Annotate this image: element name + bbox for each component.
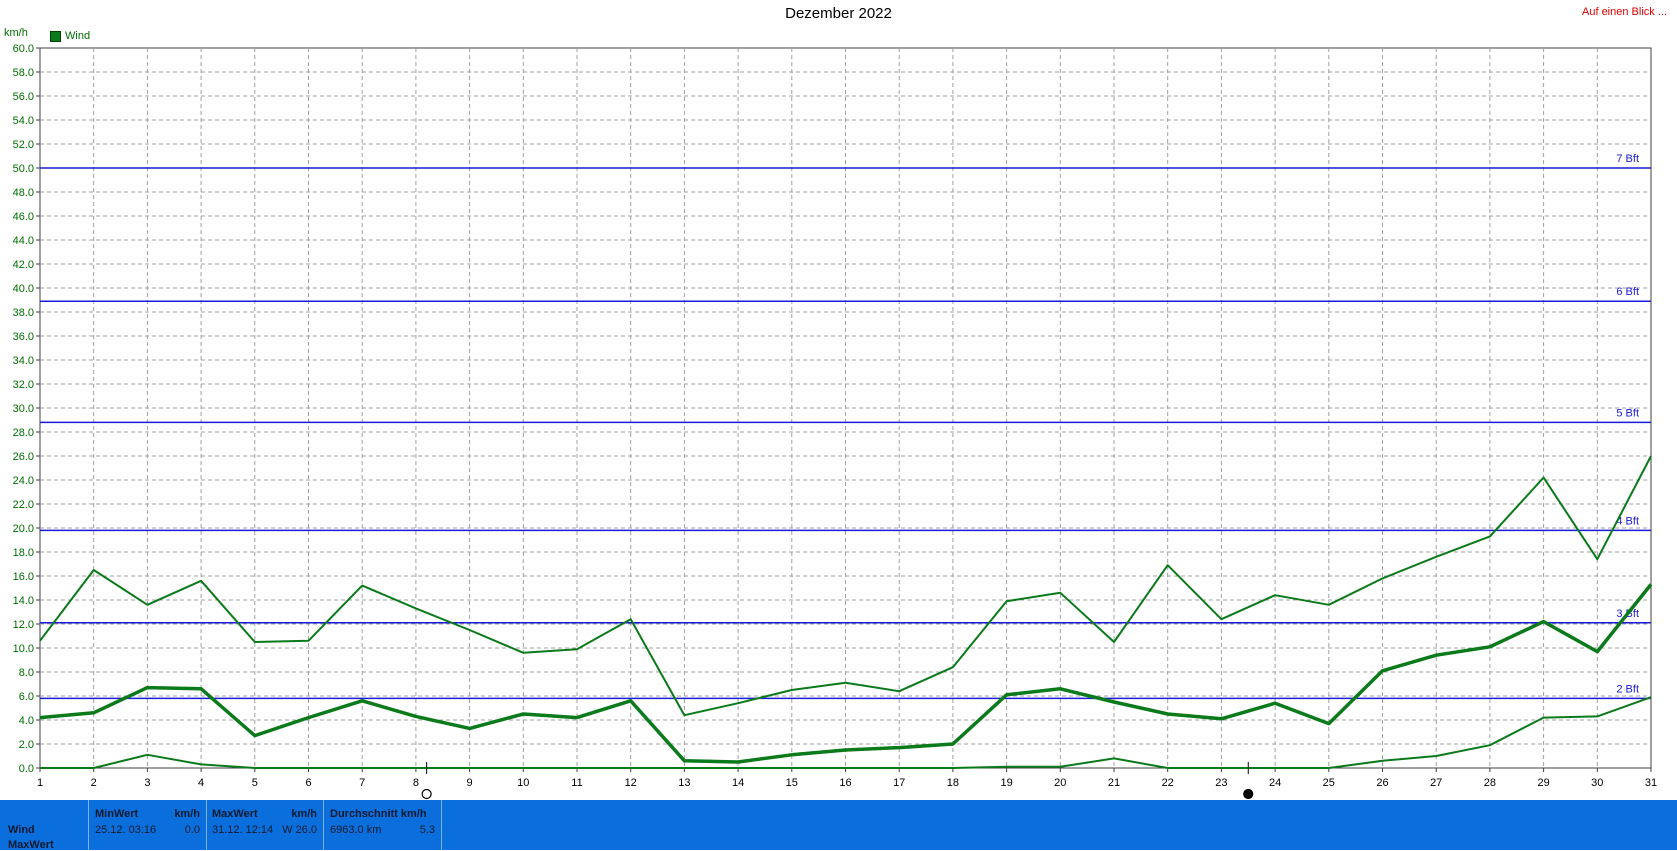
y-tick-label: 18.0 <box>13 547 34 559</box>
y-tick-label: 12.0 <box>13 619 34 631</box>
y-tick-label: 24.0 <box>13 475 34 487</box>
min-unit: km/h <box>174 808 200 820</box>
x-tick-label: 9 <box>467 777 473 789</box>
x-tick-label: 27 <box>1430 777 1442 789</box>
stats-max-cell: MaxWert km/h 31.12. 12:14 W 26.0 <box>206 800 324 850</box>
stats-avg-cell: Durchschnitt km/h 6963.0 km 5.3 <box>324 800 442 850</box>
x-tick-label: 26 <box>1376 777 1388 789</box>
x-tick-label: 24 <box>1269 777 1281 789</box>
bft-label: 5 Bft <box>1616 407 1639 419</box>
stats-row-label-maxwert: MaxWert <box>8 839 54 851</box>
x-tick-label: 23 <box>1215 777 1227 789</box>
x-tick-label: 3 <box>144 777 150 789</box>
y-tick-label: 6.0 <box>19 691 34 703</box>
y-tick-label: 46.0 <box>13 211 34 223</box>
x-tick-label: 1 <box>37 777 43 789</box>
y-tick-label: 30.0 <box>13 403 34 415</box>
y-tick-label: 56.0 <box>13 91 34 103</box>
x-tick-label: 6 <box>305 777 311 789</box>
y-tick-label: 32.0 <box>13 379 34 391</box>
max-header: MaxWert <box>212 808 258 820</box>
y-tick-label: 28.0 <box>13 427 34 439</box>
x-tick-label: 28 <box>1484 777 1496 789</box>
x-tick-label: 31 <box>1645 777 1657 789</box>
bft-label: 6 Bft <box>1616 286 1639 298</box>
avg-distance: 6963.0 km <box>330 824 382 836</box>
bft-label: 7 Bft <box>1616 153 1639 165</box>
new-moon-icon <box>1243 788 1254 800</box>
x-tick-label: 22 <box>1162 777 1174 789</box>
y-tick-label: 16.0 <box>13 571 34 583</box>
x-tick-label: 21 <box>1108 777 1120 789</box>
y-tick-label: 0.0 <box>19 763 34 775</box>
y-tick-label: 8.0 <box>19 667 34 679</box>
x-tick-label: 13 <box>678 777 690 789</box>
stats-row-label-wind: Wind <box>8 824 35 836</box>
x-tick-label: 29 <box>1537 777 1549 789</box>
avg-value: 5.3 <box>419 824 435 836</box>
min-value: 0.0 <box>184 824 200 836</box>
y-tick-label: 36.0 <box>13 331 34 343</box>
y-tick-label: 10.0 <box>13 643 34 655</box>
y-tick-label: 50.0 <box>13 163 34 175</box>
x-tick-label: 8 <box>413 777 419 789</box>
x-tick-label: 16 <box>839 777 851 789</box>
x-tick-label: 19 <box>1000 777 1012 789</box>
y-tick-label: 52.0 <box>13 139 34 151</box>
bft-label: 2 Bft <box>1616 683 1639 695</box>
y-tick-label: 14.0 <box>13 595 34 607</box>
max-value: W 26.0 <box>282 824 317 836</box>
x-tick-label: 4 <box>198 777 204 789</box>
x-tick-label: 5 <box>252 777 258 789</box>
avg-header: Durchschnitt km/h <box>330 808 427 820</box>
x-tick-label: 25 <box>1323 777 1335 789</box>
max-time: 31.12. 12:14 <box>212 824 274 836</box>
x-tick-label: 20 <box>1054 777 1066 789</box>
y-tick-label: 40.0 <box>13 283 34 295</box>
x-tick-label: 10 <box>517 777 529 789</box>
y-tick-label: 22.0 <box>13 499 34 511</box>
stats-min-cell: MinWert km/h 25.12. 03:16 0.0 <box>88 800 207 850</box>
min-time: 25.12. 03:16 <box>95 824 157 836</box>
x-tick-label: 12 <box>625 777 637 789</box>
y-tick-label: 44.0 <box>13 235 34 247</box>
x-tick-label: 14 <box>732 777 744 789</box>
x-tick-label: 18 <box>947 777 959 789</box>
min-header: MinWert <box>95 808 139 820</box>
y-tick-label: 2.0 <box>19 739 34 751</box>
x-tick-label: 30 <box>1591 777 1603 789</box>
full-moon-icon <box>421 788 432 800</box>
y-tick-label: 4.0 <box>19 715 34 727</box>
wind-chart: 0.0 2.0 4.0 6.0 8.0 10.0 12.0 14.0 16.0 18.0 20.0 2… <box>13 43 1657 800</box>
x-tick-label: 11 <box>571 777 582 789</box>
max-unit: km/h <box>291 808 317 820</box>
y-tick-label: 48.0 <box>13 187 34 199</box>
y-tick-label: 20.0 <box>13 523 34 535</box>
y-tick-label: 34.0 <box>13 355 34 367</box>
y-tick-label: 26.0 <box>13 451 34 463</box>
y-tick-label: 58.0 <box>13 67 34 79</box>
y-tick-label: 38.0 <box>13 307 34 319</box>
y-tick-label: 54.0 <box>13 115 34 127</box>
y-tick-label: 42.0 <box>13 259 34 271</box>
x-tick-label: 7 <box>359 777 365 789</box>
y-tick-label: 60.0 <box>13 43 34 55</box>
x-tick-label: 2 <box>91 777 97 789</box>
x-tick-label: 17 <box>893 777 905 789</box>
x-tick-label: 15 <box>786 777 798 789</box>
